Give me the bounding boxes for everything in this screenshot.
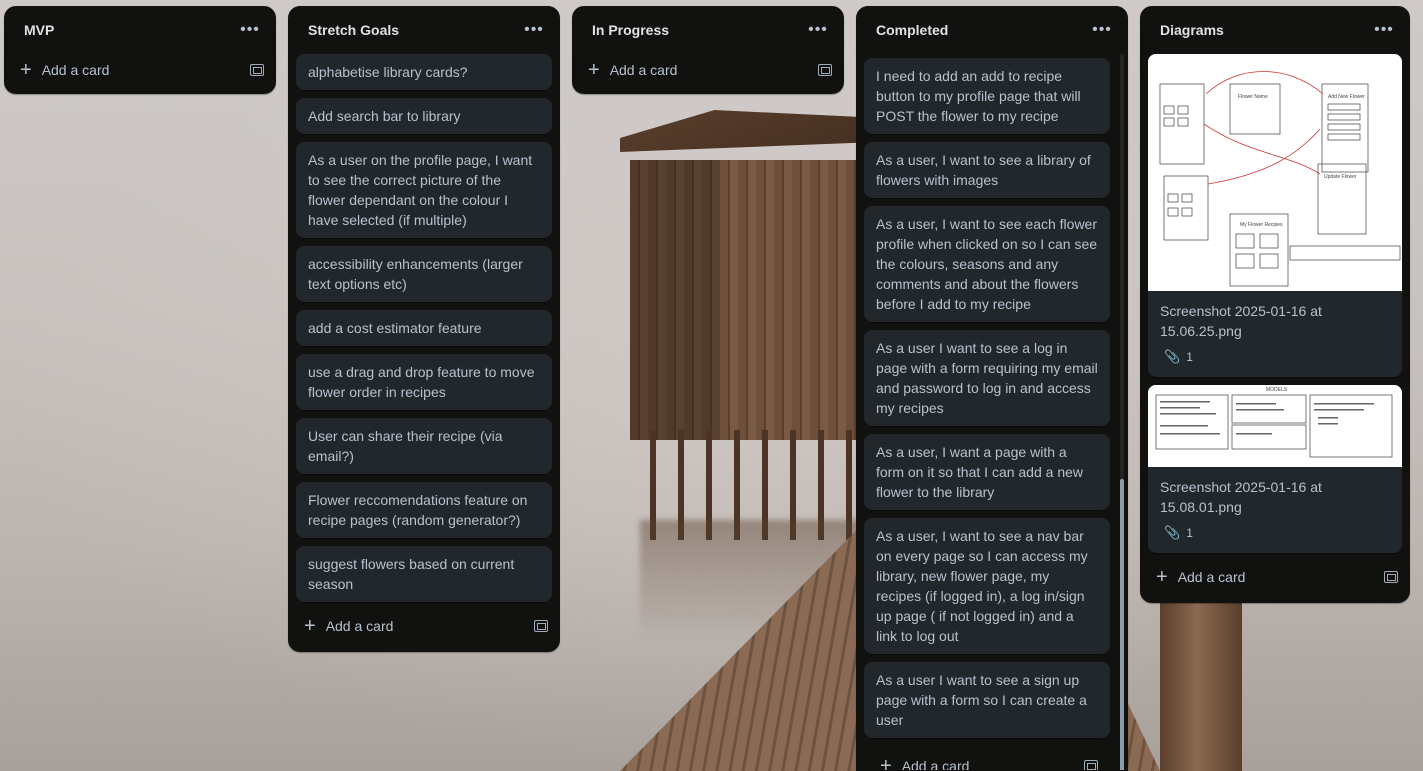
card[interactable]: I need to add an add to recipe button to… xyxy=(864,58,1110,134)
add-card-label: Add a card xyxy=(41,62,110,78)
list-menu-icon[interactable]: ••• xyxy=(236,16,264,44)
card[interactable]: alphabetise library cards? xyxy=(296,54,552,90)
add-card-label: Add a card xyxy=(901,758,970,770)
card[interactable]: suggest flowers based on current season xyxy=(296,546,552,602)
list-diagrams: Diagrams ••• Flower Name Add New Flower … xyxy=(1140,6,1410,603)
list-title[interactable]: Stretch Goals xyxy=(308,22,399,38)
card[interactable]: add a cost estimator feature xyxy=(296,310,552,346)
list-menu-icon[interactable]: ••• xyxy=(804,16,832,44)
svg-text:Add New Flower: Add New Flower xyxy=(1328,94,1365,100)
attachment-count: 1 xyxy=(1186,350,1193,364)
card[interactable]: As a user, I want a page with a form on … xyxy=(864,434,1110,510)
card[interactable]: use a drag and drop feature to move flow… xyxy=(296,354,552,410)
scrollbar-thumb[interactable] xyxy=(1120,479,1124,770)
list-in-progress: In Progress ••• + Add a card xyxy=(572,6,844,94)
card[interactable]: As a user I want to see a sign up page w… xyxy=(864,662,1110,738)
diagram-thumbnail: Flower Name Add New Flower Update Flower… xyxy=(1148,54,1402,291)
card[interactable]: accessibility enhancements (larger text … xyxy=(296,246,552,302)
add-card-label: Add a card xyxy=(325,618,394,634)
plus-icon: + xyxy=(1156,566,1168,588)
card-template-icon[interactable] xyxy=(1384,571,1398,583)
list-title[interactable]: MVP xyxy=(24,22,54,38)
add-card-button[interactable]: + Add a card xyxy=(588,60,677,80)
attachment-title: Screenshot 2025-01-16 at 15.06.25.png xyxy=(1160,303,1322,339)
diagram-thumbnail: MODELS xyxy=(1148,385,1402,467)
card[interactable]: As a user, I want to see a library of fl… xyxy=(864,142,1110,198)
card[interactable]: Flower reccomendations feature on recipe… xyxy=(296,482,552,538)
attachment-badge: 📎 1 xyxy=(1148,345,1402,377)
card[interactable]: User can share their recipe (via email?) xyxy=(296,418,552,474)
list-title[interactable]: Completed xyxy=(876,22,948,38)
list-completed: Completed ••• I need to add an add to re… xyxy=(856,6,1128,771)
card[interactable]: Add search bar to library xyxy=(296,98,552,134)
add-card-label: Add a card xyxy=(609,62,678,78)
card[interactable]: As a user I want to see a log in page wi… xyxy=(864,330,1110,426)
plus-icon: + xyxy=(588,59,600,81)
list-title[interactable]: In Progress xyxy=(592,22,669,38)
add-card-label: Add a card xyxy=(1177,569,1246,585)
attachment-card[interactable]: Flower Name Add New Flower Update Flower… xyxy=(1148,54,1402,377)
plus-icon: + xyxy=(304,615,316,637)
list-menu-icon[interactable]: ••• xyxy=(1088,16,1116,44)
add-card-button[interactable]: + Add a card xyxy=(1156,567,1245,587)
add-card-button[interactable]: + Add a card xyxy=(20,60,109,80)
list-mvp: MVP ••• + Add a card xyxy=(4,6,276,94)
svg-text:My Flower Recipes: My Flower Recipes xyxy=(1240,222,1283,228)
list-menu-icon[interactable]: ••• xyxy=(520,16,548,44)
add-card-button[interactable]: + Add a card xyxy=(304,616,393,636)
paperclip-icon: 📎 xyxy=(1164,349,1181,364)
add-card-button[interactable]: + Add a card xyxy=(880,756,969,770)
attachment-badge: 📎 1 xyxy=(1148,521,1402,553)
attachment-card[interactable]: MODELS Screenshot 2025-01-16 at 15.08.01… xyxy=(1148,385,1402,553)
paperclip-icon: 📎 xyxy=(1164,525,1181,540)
card[interactable]: As a user, I want to see a nav bar on ev… xyxy=(864,518,1110,654)
plus-icon: + xyxy=(20,59,32,81)
boathouse-image xyxy=(620,110,890,440)
svg-text:MODELS: MODELS xyxy=(1266,387,1288,393)
card-template-icon[interactable] xyxy=(534,620,548,632)
list-title[interactable]: Diagrams xyxy=(1160,22,1224,38)
svg-text:Flower Name: Flower Name xyxy=(1238,94,1268,100)
svg-text:Update Flower: Update Flower xyxy=(1324,174,1357,180)
attachment-title: Screenshot 2025-01-16 at 15.08.01.png xyxy=(1160,479,1322,515)
card[interactable]: As a user, I want to see each flower pro… xyxy=(864,206,1110,322)
card-template-icon[interactable] xyxy=(250,64,264,76)
card[interactable]: As a user on the profile page, I want to… xyxy=(296,142,552,238)
list-stretch-goals: Stretch Goals ••• alphabetise library ca… xyxy=(288,6,560,652)
list-menu-icon[interactable]: ••• xyxy=(1370,16,1398,44)
card-template-icon[interactable] xyxy=(1084,760,1098,770)
plus-icon: + xyxy=(880,755,892,770)
list-scroll-area[interactable]: I need to add an add to recipe button to… xyxy=(856,54,1128,770)
attachment-count: 1 xyxy=(1186,526,1193,540)
card-template-icon[interactable] xyxy=(818,64,832,76)
